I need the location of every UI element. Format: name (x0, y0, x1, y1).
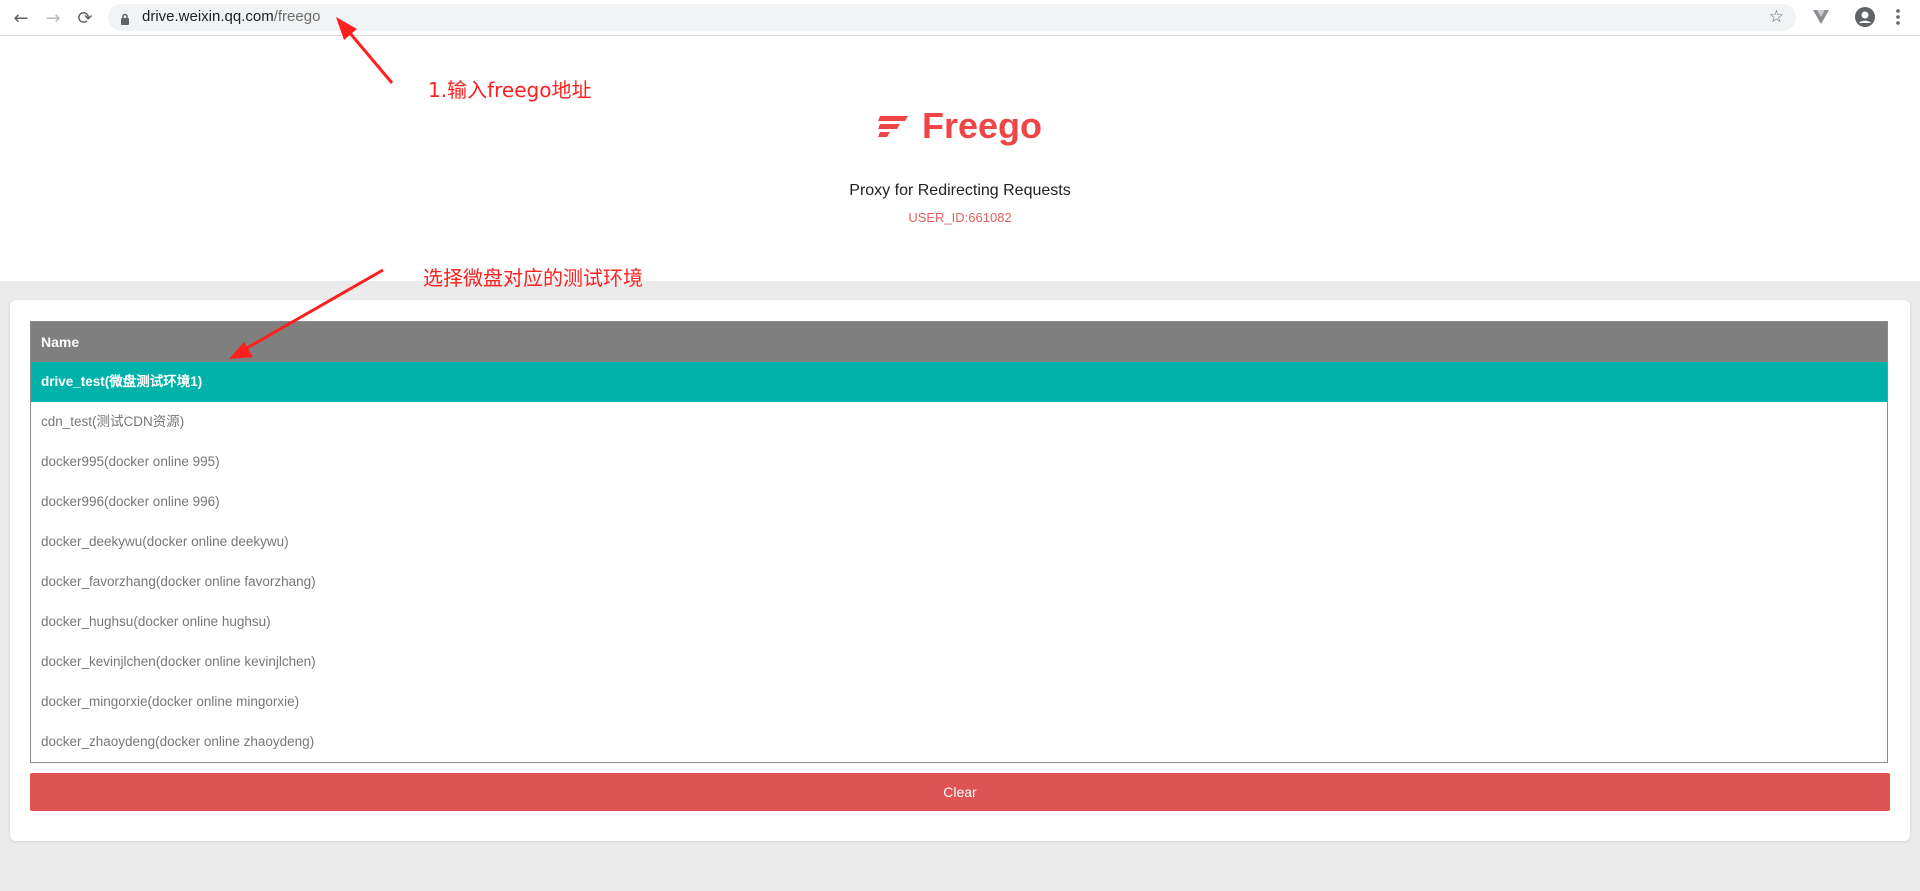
annotation-arrow-2 (229, 268, 384, 359)
annotation-arrow-1 (336, 17, 394, 84)
annotation-arrows (229, 17, 394, 359)
